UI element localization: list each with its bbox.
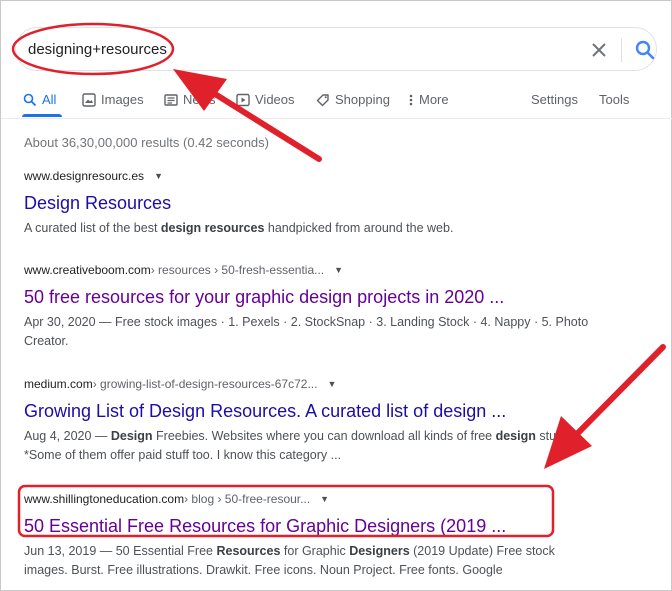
- result-url[interactable]: www.designresourc.es ▼: [24, 169, 664, 183]
- result-snippet: Apr 30, 2020 — Free stock images · 1. Pe…: [24, 313, 599, 351]
- caret-down-icon[interactable]: ▼: [154, 171, 163, 181]
- snippet-highlight: Resources: [216, 544, 281, 558]
- result-title-link[interactable]: Growing List of Design Resources. A cura…: [24, 399, 664, 423]
- search-icon[interactable]: [634, 39, 656, 61]
- result-url[interactable]: medium.com › growing-list-of-design-reso…: [24, 377, 664, 391]
- result-domain: www.shillingtoneducation.com: [24, 492, 185, 506]
- result-stats: About 36,30,00,000 results (0.42 seconds…: [24, 135, 269, 150]
- tab-videos[interactable]: Videos: [236, 92, 295, 107]
- tab-label: News: [183, 92, 216, 107]
- snippet-text: Apr 30, 2020 — Free stock images · 1. Pe…: [24, 315, 589, 348]
- tools-link[interactable]: Tools: [599, 92, 629, 107]
- snippet-highlight: design: [495, 429, 536, 443]
- tab-label: All: [42, 92, 57, 107]
- search-result: www.shillingtoneducation.com › blog › 50…: [24, 492, 664, 580]
- screenshot-frame: designing+resources All Images News Vide…: [0, 0, 672, 591]
- tab-label: Videos: [255, 92, 295, 107]
- search-icon: [23, 93, 37, 106]
- snippet-highlight: Design: [110, 429, 153, 443]
- search-result: www.creativeboom.com › resources › 50-fr…: [24, 263, 664, 351]
- snippet-text: Jun 13, 2019 — 50 Essential Free: [24, 544, 217, 558]
- result-snippet: A curated list of the best design resour…: [24, 219, 599, 238]
- result-url[interactable]: www.shillingtoneducation.com › blog › 50…: [24, 492, 664, 506]
- result-title-link[interactable]: 50 Essential Free Resources for Graphic …: [24, 514, 664, 538]
- image-icon: [82, 92, 96, 107]
- tab-more[interactable]: More: [408, 92, 449, 107]
- settings-label: Settings: [531, 92, 578, 107]
- snippet-text: handpicked from around the web.: [264, 221, 454, 235]
- search-input[interactable]: designing+resources: [28, 41, 167, 58]
- caret-down-icon[interactable]: ▼: [334, 265, 343, 275]
- tools-label: Tools: [599, 92, 630, 107]
- searchbar-divider: [621, 38, 622, 62]
- more-vertical-icon: [409, 94, 413, 105]
- newspaper-icon: [164, 93, 178, 106]
- tab-label: Images: [101, 92, 144, 107]
- result-breadcrumbs: › growing-list-of-design-resources-67c72…: [92, 377, 318, 391]
- result-domain: www.designresourc.es: [24, 169, 145, 183]
- tab-shopping[interactable]: Shopping: [316, 92, 390, 107]
- tab-all[interactable]: All: [23, 92, 56, 107]
- result-breadcrumbs: › resources › 50-fresh-essentia...: [150, 263, 325, 277]
- tag-icon: [316, 93, 329, 106]
- snippet-text: Aug 4, 2020 —: [24, 429, 111, 443]
- result-snippet: Jun 13, 2019 — 50 Essential Free Resourc…: [24, 542, 599, 580]
- search-tabs: All Images News Videos Shopping More Set…: [1, 87, 672, 117]
- search-result: medium.com › growing-list-of-design-reso…: [24, 377, 664, 465]
- result-title-link[interactable]: 50 free resources for your graphic desig…: [24, 285, 664, 309]
- snippet-highlight: Designers: [349, 544, 410, 558]
- result-breadcrumbs: › blog › 50-free-resour...: [184, 492, 311, 506]
- caret-down-icon[interactable]: ▼: [327, 379, 336, 389]
- tabs-divider: [1, 118, 672, 119]
- tab-label: Shopping: [335, 92, 390, 107]
- caret-down-icon[interactable]: ▼: [320, 494, 329, 504]
- snippet-text: Freebies. Websites where you can downloa…: [152, 429, 496, 443]
- tab-label: More: [419, 92, 449, 107]
- snippet-text: A curated list of the best: [24, 221, 161, 235]
- play-icon: [236, 93, 250, 106]
- result-domain: medium.com: [24, 377, 93, 391]
- tab-news[interactable]: News: [164, 92, 216, 107]
- result-domain: www.creativeboom.com: [24, 263, 151, 277]
- snippet-highlight: design resources: [160, 221, 265, 235]
- settings-link[interactable]: Settings: [531, 92, 578, 107]
- result-snippet: Aug 4, 2020 — Design Freebies. Websites …: [24, 427, 599, 465]
- active-tab-indicator: [22, 114, 62, 117]
- snippet-text: for Graphic: [280, 544, 350, 558]
- close-icon[interactable]: [589, 40, 609, 60]
- result-url[interactable]: www.creativeboom.com › resources › 50-fr…: [24, 263, 664, 277]
- search-result: www.designresourc.es ▼ Design Resources …: [24, 169, 664, 238]
- search-box[interactable]: designing+resources: [15, 27, 657, 71]
- result-title-link[interactable]: Design Resources: [24, 191, 664, 215]
- tab-images[interactable]: Images: [82, 92, 144, 107]
